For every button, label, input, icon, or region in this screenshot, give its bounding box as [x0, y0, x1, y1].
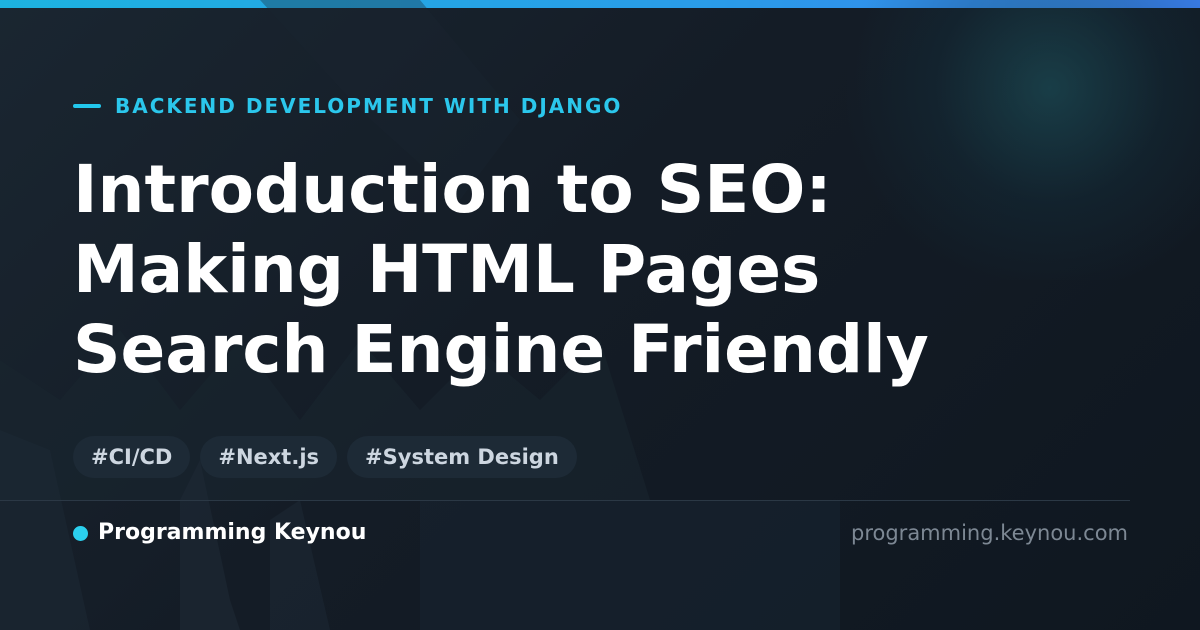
social-card: BACKEND DEVELOPMENT WITH DJANGO Introduc… [0, 0, 1200, 630]
tag-chip: #Next.js [200, 436, 338, 478]
brand: Programming Keynou [73, 518, 366, 548]
brand-name: Programming Keynou [98, 520, 367, 545]
title-line: Search Engine Friendly [73, 311, 929, 388]
title-line: Making HTML Pages [73, 231, 821, 308]
tag-chip: #System Design [347, 436, 577, 478]
footer-divider [0, 500, 1130, 501]
category-eyebrow: BACKEND DEVELOPMENT WITH DJANGO [73, 94, 622, 118]
category-label: BACKEND DEVELOPMENT WITH DJANGO [115, 94, 623, 118]
status-dot-icon [73, 525, 88, 541]
tag-list: #CI/CD #Next.js #System Design [73, 436, 577, 478]
title-line: Introduction to SEO: [73, 151, 832, 228]
accent-line-icon [73, 104, 101, 108]
tag-chip: #CI/CD [73, 436, 191, 478]
site-url: programming.keynou.com [851, 521, 1128, 545]
article-title: Introduction to SEO: Making HTML Pages S… [73, 150, 1133, 390]
